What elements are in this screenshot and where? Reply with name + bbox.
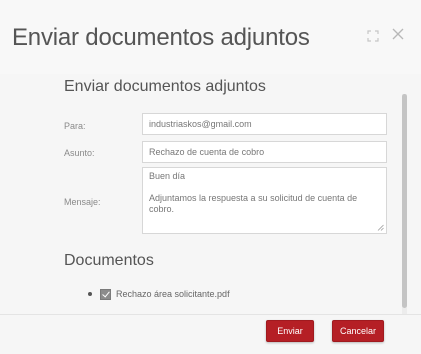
cancel-button[interactable]: Cancelar [332, 320, 384, 342]
to-label: Para: [64, 121, 86, 131]
resize-grip-icon[interactable] [377, 224, 384, 231]
close-icon[interactable] [391, 27, 405, 41]
send-button[interactable]: Enviar [266, 320, 314, 342]
bullet-icon [88, 292, 92, 296]
scrollbar-thumb[interactable] [402, 94, 407, 308]
scrollbar-track[interactable] [402, 94, 407, 314]
message-line: Adjuntamos la respuesta a su solicitud d… [149, 193, 360, 214]
document-list-item: Rechazo área solicitante.pdf [88, 287, 230, 301]
dialog-content: Enviar documentos adjuntos Para: Asunto:… [0, 74, 421, 314]
dialog-footer: Enviar Cancelar [0, 314, 421, 354]
message-field[interactable]: Buen día ​ Adjuntamos la respuesta a su … [142, 167, 387, 234]
subject-label: Asunto: [64, 148, 95, 158]
subject-field[interactable] [142, 141, 387, 163]
message-line: Buen día [149, 171, 186, 181]
document-name: Rechazo área solicitante.pdf [116, 289, 230, 299]
to-field[interactable] [142, 113, 387, 135]
dialog-header: Enviar documentos adjuntos [0, 0, 421, 74]
documents-title: Documentos [64, 252, 154, 269]
message-line: ​ [149, 182, 380, 193]
send-attachments-dialog: Enviar documentos adjuntos Enviar docume… [0, 0, 421, 354]
expand-icon[interactable] [367, 30, 379, 42]
message-label: Mensaje: [64, 197, 101, 207]
form-section-title: Enviar documentos adjuntos [64, 78, 266, 95]
dialog-title: Enviar documentos adjuntos [12, 24, 310, 51]
document-checkbox[interactable] [100, 288, 111, 300]
